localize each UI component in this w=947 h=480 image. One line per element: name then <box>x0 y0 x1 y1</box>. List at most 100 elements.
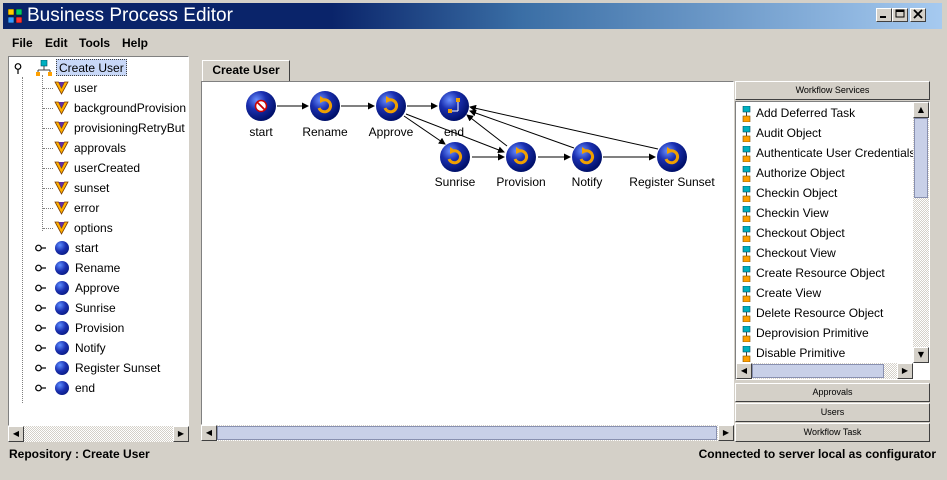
expand-handle-icon[interactable] <box>35 323 46 333</box>
expand-handle-icon[interactable] <box>35 283 46 293</box>
node-label: Approve <box>368 125 414 139</box>
menu-edit[interactable]: Edit <box>45 36 68 50</box>
workflow-task-header[interactable]: Workflow Task <box>735 423 930 442</box>
node-approve[interactable] <box>376 91 406 121</box>
variable-icon <box>54 221 69 235</box>
service-icon <box>742 306 751 322</box>
node-label: Sunrise <box>434 175 476 189</box>
activity-icon <box>55 381 69 395</box>
edge <box>466 114 508 147</box>
variable-icon <box>54 161 69 175</box>
scroll-up-button[interactable]: ▲ <box>913 102 929 118</box>
app-icon <box>8 9 22 23</box>
service-icon <box>742 346 751 362</box>
scroll-left-button[interactable]: ◀ <box>736 363 752 379</box>
variable-icon <box>54 141 69 155</box>
tree-root-label[interactable]: Create User <box>56 59 127 76</box>
pin-icon[interactable] <box>13 63 23 74</box>
variable-icon <box>54 81 69 95</box>
scroll-thumb[interactable] <box>752 364 884 378</box>
scroll-right-button[interactable]: ▶ <box>718 425 734 441</box>
service-icon <box>742 186 751 202</box>
service-icon <box>742 326 751 342</box>
scroll-left-button[interactable]: ◀ <box>8 426 24 442</box>
node-notify[interactable] <box>572 142 602 172</box>
process-root-icon <box>36 60 52 76</box>
service-icon <box>742 226 751 242</box>
users-header[interactable]: Users <box>735 403 930 422</box>
menu-bar: File Edit Tools Help <box>3 31 942 53</box>
workflow-services-header[interactable]: Workflow Services <box>735 81 930 100</box>
expand-handle-icon[interactable] <box>35 383 46 393</box>
services-horizontal-scrollbar[interactable]: ◀ ▶ <box>736 363 913 379</box>
scroll-down-button[interactable]: ▼ <box>913 347 929 363</box>
expand-handle-icon[interactable] <box>35 263 46 273</box>
palette-panel: Workflow Services Add Deferred Task Audi… <box>735 81 931 442</box>
tree-root[interactable]: Create User <box>13 58 188 78</box>
window-title: Business Process Editor <box>27 5 233 26</box>
node-label: Provision <box>496 175 546 189</box>
service-icon <box>742 106 751 122</box>
tab-create-user[interactable]: Create User <box>202 60 290 82</box>
activity-icon <box>55 301 69 315</box>
expand-handle-icon[interactable] <box>35 303 46 313</box>
menu-help[interactable]: Help <box>122 36 148 50</box>
menu-tools[interactable]: Tools <box>79 36 110 50</box>
tree-guide <box>22 77 23 403</box>
service-icon <box>742 266 751 282</box>
scroll-thumb[interactable] <box>217 426 717 440</box>
activity-icon <box>55 281 69 295</box>
node-sunrise[interactable] <box>440 142 470 172</box>
services-vertical-scrollbar[interactable]: ▲ ▼ <box>913 102 929 363</box>
scroll-right-button[interactable]: ▶ <box>173 426 189 442</box>
process-tree[interactable]: Create User user backgroundProvision pro… <box>8 56 189 426</box>
node-label: Notify <box>571 175 603 189</box>
node-end[interactable] <box>439 91 469 121</box>
activity-icon <box>55 261 69 275</box>
activity-icon <box>55 321 69 335</box>
expand-handle-icon[interactable] <box>35 363 46 373</box>
status-connection: Connected to server local as configurato… <box>698 447 936 461</box>
flowchart-icon <box>456 98 460 102</box>
expand-handle-icon[interactable] <box>35 243 46 253</box>
scroll-thumb[interactable] <box>914 118 928 198</box>
scroll-track[interactable] <box>24 426 173 442</box>
variable-icon <box>54 181 69 195</box>
service-icon <box>742 246 751 262</box>
menu-file[interactable]: File <box>12 36 33 50</box>
minimize-button[interactable] <box>876 8 892 22</box>
workflow-diagram <box>246 91 687 172</box>
service-icon <box>742 206 751 222</box>
scroll-left-button[interactable]: ◀ <box>201 425 217 441</box>
close-icon <box>913 9 923 19</box>
approvals-header[interactable]: Approvals <box>735 383 930 402</box>
node-start[interactable] <box>246 91 276 121</box>
activity-icon <box>55 241 69 255</box>
service-icon <box>742 286 751 302</box>
status-repository: Repository : Create User <box>9 447 150 461</box>
scroll-right-button[interactable]: ▶ <box>897 363 913 379</box>
minimize-icon <box>880 16 886 18</box>
workflow-services-list[interactable]: Add Deferred Task Audit Object Authentic… <box>735 101 930 380</box>
variable-icon <box>54 101 69 115</box>
variable-icon <box>54 201 69 215</box>
canvas-horizontal-scrollbar[interactable]: ◀ ▶ <box>201 425 734 441</box>
title-bar[interactable]: Business Process Editor <box>3 3 942 29</box>
tree-horizontal-scrollbar[interactable]: ◀ ▶ <box>8 426 189 442</box>
variable-icon <box>54 121 69 135</box>
service-icon <box>742 126 751 142</box>
close-button[interactable] <box>910 8 926 22</box>
status-bar: Repository : Create User Connected to se… <box>3 446 942 464</box>
maximize-icon <box>895 9 905 18</box>
expand-handle-icon[interactable] <box>35 343 46 353</box>
node-register-sunset[interactable] <box>657 142 687 172</box>
node-rename[interactable] <box>310 91 340 121</box>
node-provision[interactable] <box>506 142 536 172</box>
node-label: Rename <box>302 125 348 139</box>
maximize-button[interactable] <box>892 8 908 22</box>
node-label: Register Sunset <box>629 175 715 189</box>
workflow-canvas[interactable]: start Rename Approve end Sunrise Provisi… <box>201 81 734 425</box>
service-icon <box>742 166 751 182</box>
edge <box>469 104 659 150</box>
node-label: start <box>249 125 273 139</box>
